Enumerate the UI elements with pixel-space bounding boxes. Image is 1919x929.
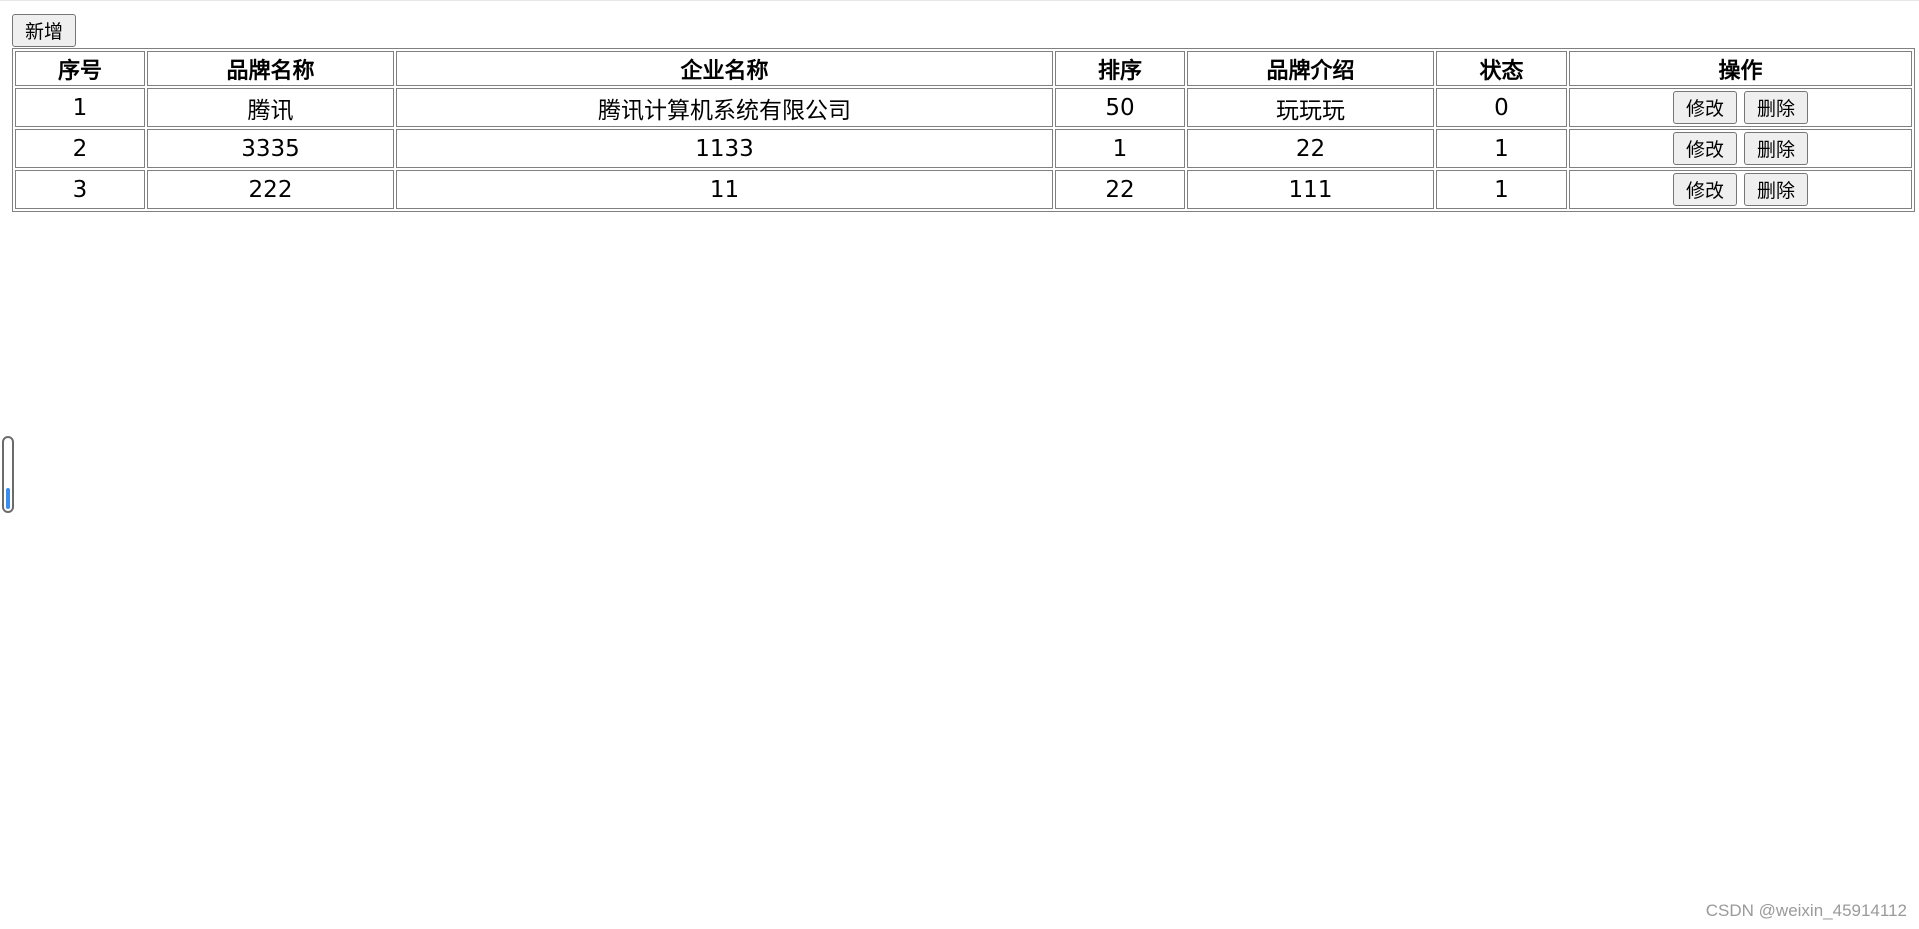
header-row: 序号 品牌名称 企业名称 排序 品牌介绍 状态 操作 — [15, 51, 1912, 86]
delete-button[interactable]: 删除 — [1744, 132, 1808, 165]
table-row: 2 3335 1133 1 22 1 修改 删除 — [15, 129, 1912, 168]
cell-index: 2 — [15, 129, 145, 168]
top-border-line — [0, 0, 1919, 1]
cell-ordered: 50 — [1055, 88, 1185, 127]
cell-brand-name: 腾讯 — [147, 88, 394, 127]
header-description: 品牌介绍 — [1187, 51, 1434, 86]
cell-ordered: 22 — [1055, 170, 1185, 209]
vertical-progress-bar — [2, 436, 14, 513]
cell-status: 1 — [1436, 129, 1567, 168]
delete-button[interactable]: 删除 — [1744, 91, 1808, 124]
cell-actions: 修改 删除 — [1569, 88, 1912, 127]
cell-status: 0 — [1436, 88, 1567, 127]
edit-button[interactable]: 修改 — [1673, 173, 1737, 206]
edit-button[interactable]: 修改 — [1673, 132, 1737, 165]
cell-company-name: 1133 — [396, 129, 1053, 168]
edit-button[interactable]: 修改 — [1673, 91, 1737, 124]
cell-actions: 修改 删除 — [1569, 170, 1912, 209]
header-status: 状态 — [1436, 51, 1567, 86]
cell-index: 3 — [15, 170, 145, 209]
cell-description: 22 — [1187, 129, 1434, 168]
cell-description: 111 — [1187, 170, 1434, 209]
header-actions: 操作 — [1569, 51, 1912, 86]
table-row: 3 222 11 22 111 1 修改 删除 — [15, 170, 1912, 209]
row-actions: 修改 删除 — [1673, 91, 1808, 124]
cell-brand-name: 222 — [147, 170, 394, 209]
header-company-name: 企业名称 — [396, 51, 1053, 86]
table-row: 1 腾讯 腾讯计算机系统有限公司 50 玩玩玩 0 修改 删除 — [15, 88, 1912, 127]
cell-brand-name: 3335 — [147, 129, 394, 168]
header-ordered: 排序 — [1055, 51, 1185, 86]
progress-fill — [6, 488, 10, 509]
cell-description: 玩玩玩 — [1187, 88, 1434, 127]
header-brand-name: 品牌名称 — [147, 51, 394, 86]
table-header: 序号 品牌名称 企业名称 排序 品牌介绍 状态 操作 — [15, 51, 1912, 86]
delete-button[interactable]: 删除 — [1744, 173, 1808, 206]
cell-company-name: 11 — [396, 170, 1053, 209]
cell-status: 1 — [1436, 170, 1567, 209]
header-index: 序号 — [15, 51, 145, 86]
brand-table: 序号 品牌名称 企业名称 排序 品牌介绍 状态 操作 1 腾讯 腾讯计算机系统有… — [12, 48, 1915, 212]
cell-index: 1 — [15, 88, 145, 127]
row-actions: 修改 删除 — [1673, 173, 1808, 206]
table-body: 1 腾讯 腾讯计算机系统有限公司 50 玩玩玩 0 修改 删除 2 3335 1… — [15, 88, 1912, 209]
cell-ordered: 1 — [1055, 129, 1185, 168]
toolbar: 新增 — [12, 14, 76, 47]
watermark: CSDN @weixin_45914112 — [1705, 901, 1907, 920]
cell-company-name: 腾讯计算机系统有限公司 — [396, 88, 1053, 127]
add-button[interactable]: 新增 — [12, 14, 76, 47]
cell-actions: 修改 删除 — [1569, 129, 1912, 168]
row-actions: 修改 删除 — [1673, 132, 1808, 165]
